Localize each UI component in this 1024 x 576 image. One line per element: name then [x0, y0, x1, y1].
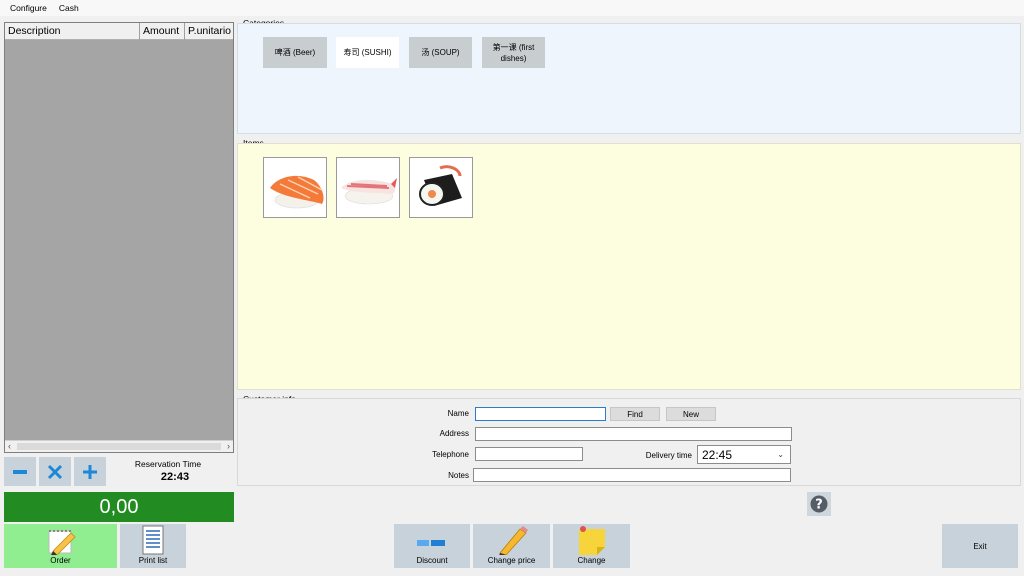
print-list-label: Print list: [138, 556, 168, 565]
order-list[interactable]: Description Amount P.unitario ‹ ›: [4, 22, 234, 453]
scrollbar-track[interactable]: [17, 443, 221, 450]
telephone-input[interactable]: [475, 447, 583, 461]
sticky-note-icon: [578, 526, 605, 555]
minus-icon: [13, 469, 27, 474]
pencil-icon: [498, 526, 528, 555]
item-maki-roll[interactable]: [409, 157, 473, 218]
delivery-time-value: 22:45: [702, 448, 733, 462]
item-shrimp-nigiri[interactable]: [336, 157, 400, 218]
order-label: Order: [50, 556, 71, 565]
horizontal-scrollbar[interactable]: ‹ ›: [5, 440, 233, 452]
discount-label: Discount: [416, 556, 448, 565]
column-amount[interactable]: Amount: [140, 23, 185, 40]
category-first-dishes-button[interactable]: 第一课 (first dishes): [482, 37, 545, 68]
change-price-button[interactable]: Change price: [473, 524, 550, 568]
order-button[interactable]: Order: [4, 524, 117, 568]
shrimp-nigiri-icon: [341, 177, 397, 204]
column-description[interactable]: Description: [5, 23, 140, 40]
order-list-header: Description Amount P.unitario: [5, 23, 233, 40]
name-label: Name: [447, 409, 469, 418]
delivery-time-label: Delivery time: [645, 451, 692, 460]
scroll-left-icon[interactable]: ‹: [8, 441, 11, 452]
svg-text:?: ?: [815, 498, 823, 513]
reservation-time-label: Reservation Time: [134, 459, 202, 469]
salmon-nigiri-icon: [270, 175, 324, 208]
discount-button[interactable]: Discount: [394, 524, 470, 568]
notepad-pencil-icon: [48, 530, 76, 555]
category-beer-button[interactable]: 啤酒 (Beer): [263, 37, 327, 68]
print-list-button[interactable]: Print list: [120, 524, 186, 568]
decrease-quantity-button[interactable]: [4, 457, 36, 486]
menu-bar: Configure Cash: [0, 0, 1024, 16]
chevron-down-icon: ⌄: [777, 450, 784, 459]
notes-label: Notes: [448, 471, 469, 480]
close-icon: [47, 464, 63, 479]
item-salmon-nigiri[interactable]: [263, 157, 327, 218]
menu-cash[interactable]: Cash: [59, 3, 79, 13]
exit-button[interactable]: Exit: [942, 524, 1018, 568]
column-unit-price[interactable]: P.unitario: [185, 23, 233, 40]
menu-configure[interactable]: Configure: [10, 3, 47, 13]
change-label: Change: [577, 556, 606, 565]
discount-minus-icon: [417, 540, 445, 546]
category-sushi-button[interactable]: 寿司 (SUSHI): [336, 37, 399, 68]
help-button[interactable]: ?: [807, 492, 831, 516]
change-button[interactable]: Change: [553, 524, 630, 568]
delivery-time-select[interactable]: 22:45 ⌄: [697, 445, 791, 464]
order-total: 0,00: [4, 492, 234, 522]
category-soup-button[interactable]: 汤 (SOUP): [409, 37, 472, 68]
exit-label: Exit: [973, 541, 987, 551]
document-list-icon: [142, 525, 164, 555]
increase-quantity-button[interactable]: [74, 457, 106, 486]
question-mark-icon: ?: [810, 495, 828, 513]
scroll-right-icon[interactable]: ›: [227, 441, 230, 452]
maki-roll-icon: [419, 164, 462, 206]
new-customer-button[interactable]: New: [666, 407, 716, 421]
plus-icon: [83, 464, 97, 479]
name-input[interactable]: [475, 407, 606, 421]
telephone-label: Telephone: [432, 450, 469, 459]
change-price-label: Change price: [487, 556, 536, 565]
address-input[interactable]: [475, 427, 792, 441]
notes-input[interactable]: [473, 468, 791, 482]
reservation-time-value: 22:43: [160, 471, 190, 483]
address-label: Address: [439, 429, 469, 438]
find-customer-button[interactable]: Find: [610, 407, 660, 421]
remove-item-button[interactable]: [39, 457, 71, 486]
